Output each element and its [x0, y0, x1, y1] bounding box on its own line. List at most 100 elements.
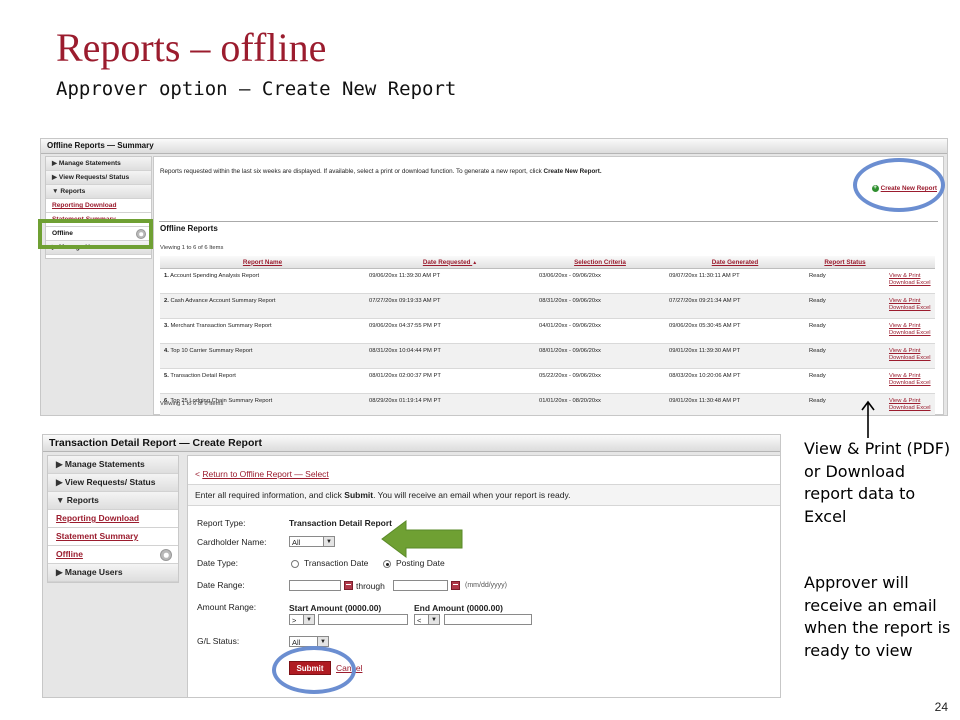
end-amount-input[interactable] [444, 614, 532, 625]
chevron-right-icon: ▶ [56, 567, 63, 577]
report-status-cell: Ready [805, 268, 885, 294]
row-number: 3. [164, 323, 169, 329]
download-excel-link[interactable]: Download Excel [889, 330, 935, 337]
start-amount-input[interactable] [318, 614, 408, 625]
chevron-down-icon: ▼ [56, 495, 65, 505]
report-name-cell: 5. Transaction Detail Report [160, 368, 365, 394]
instructions-bold: Submit [344, 490, 374, 500]
column-header-date-generated[interactable]: Date Generated [665, 256, 805, 269]
chevron-down-icon: ▼ [317, 637, 328, 646]
gl-status-label: G/L Status: [197, 636, 240, 646]
sidebar-item-label: View Requests/ Status [58, 174, 130, 181]
download-excel-link[interactable]: Download Excel [889, 305, 935, 312]
transaction-date-radio[interactable] [291, 560, 299, 568]
view-print-link[interactable]: View & Print [889, 348, 935, 355]
chevron-right-icon: ▶ [52, 174, 58, 181]
chevron-right-icon: ▶ [56, 477, 63, 487]
chevron-right-icon: ▶ [52, 160, 58, 167]
date-format-hint: (mm/dd/yyyy) [465, 582, 507, 589]
view-print-link[interactable]: View & Print [889, 273, 935, 280]
column-header-label: Date Requested [422, 258, 471, 266]
sort-up-icon: ▲ [472, 259, 478, 266]
intro-text-main: Reports requested within the last six we… [160, 168, 544, 175]
sidebar-item-offline[interactable]: Offline [48, 546, 178, 564]
section-title: Offline Reports [160, 224, 218, 233]
viewing-count-bottom: Viewing 1 to 6 of 6 Items [160, 401, 224, 407]
table-row: 2. Cash Advance Account Summary Report 0… [160, 293, 935, 319]
report-name: Cash Advance Account Summary Report [170, 298, 276, 304]
return-to-offline-report-link[interactable]: < Return to Offline Report — Select [195, 469, 329, 479]
date-generated-cell: 09/07/20xx 11:30:11 AM PT [665, 268, 805, 294]
sidebar-item-label: Reports [60, 188, 86, 195]
column-header-selection-criteria[interactable]: Selection Criteria [535, 256, 665, 269]
sidebar-item-label: Manage Statements [64, 459, 145, 469]
page-number: 24 [934, 700, 948, 714]
sidebar-item-reports[interactable]: ▼ Reports [46, 185, 151, 199]
circle-icon [160, 549, 172, 561]
column-header-report-name[interactable]: Report Name [160, 256, 365, 269]
sidebar-item-reporting-download[interactable]: Reporting Download [46, 199, 151, 213]
sidebar-item-reports[interactable]: ▼ Reports [48, 492, 178, 510]
highlight-ring-create-report [853, 158, 945, 212]
posting-date-label: Posting Date [396, 558, 445, 568]
sidebar-item-manage-users[interactable]: ▶ Manage Users [48, 564, 178, 582]
date-generated-cell: 09/01/20xx 11:30:48 AM PT [665, 393, 805, 415]
column-header-actions [885, 256, 935, 269]
divider [159, 221, 938, 222]
view-print-link[interactable]: View & Print [889, 398, 935, 405]
create-report-screenshot: Transaction Detail Report — Create Repor… [42, 434, 781, 698]
column-header-date-requested[interactable]: Date Requested ▲ [365, 256, 535, 269]
instructions: Enter all required information, and clic… [188, 484, 780, 506]
start-operator-select[interactable]: > ▼ [289, 614, 315, 625]
chevron-down-icon: ▼ [52, 188, 59, 195]
chevron-down-icon: ▼ [303, 615, 314, 624]
table-row: 4. Top 10 Carrier Summary Report 08/31/2… [160, 343, 935, 369]
offline-reports-panel: Reports requested within the last six we… [153, 156, 944, 415]
start-date-input[interactable] [289, 580, 341, 591]
note-view-print: View & Print (PDF) or Download report da… [804, 439, 951, 526]
date-type-label: Date Type: [197, 558, 238, 568]
slide-title: Reports – offline [56, 25, 327, 70]
reports-table: Report Name Date Requested ▲ Selection C… [160, 256, 935, 415]
report-name: Transaction Detail Report [170, 373, 236, 379]
slide-subtitle: Approver option – Create New Report [56, 78, 457, 100]
calendar-icon[interactable] [344, 581, 353, 590]
sidebar-item-view-requests[interactable]: ▶ View Requests/ Status [46, 171, 151, 185]
start-amount-label: Start Amount (0000.00) [289, 603, 382, 613]
selection-criteria-cell: 04/01/20xx - 09/06/20xx [535, 318, 665, 344]
sidebar-item-view-requests[interactable]: ▶ View Requests/ Status [48, 474, 178, 492]
select-value: All [292, 538, 301, 547]
through-label: through [356, 581, 385, 591]
view-print-link[interactable]: View & Print [889, 323, 935, 330]
cardholder-name-select[interactable]: All ▼ [289, 536, 335, 547]
date-generated-cell: 09/06/20xx 05:30:45 AM PT [665, 318, 805, 344]
view-print-link[interactable]: View & Print [889, 298, 935, 305]
highlight-ring-submit [272, 646, 356, 694]
view-print-link[interactable]: View & Print [889, 373, 935, 380]
sidebar-item-statement-summary[interactable]: Statement Summary [48, 528, 178, 546]
end-operator-select[interactable]: < ▼ [414, 614, 440, 625]
sidebar-item-manage-statements[interactable]: ▶ Manage Statements [46, 157, 151, 171]
row-number: 4. [164, 348, 169, 354]
actions-cell: View & Print Download Excel [885, 293, 935, 319]
date-generated-cell: 07/27/20xx 09:21:34 AM PT [665, 293, 805, 319]
actions-cell: View & Print Download Excel [885, 343, 935, 369]
download-excel-link[interactable]: Download Excel [889, 380, 935, 387]
date-generated-cell: 08/03/20xx 10:20:06 AM PT [665, 368, 805, 394]
report-name-cell: 3. Merchant Transaction Summary Report [160, 318, 365, 344]
posting-date-radio[interactable] [383, 560, 391, 568]
selection-criteria-cell: 01/01/20xx - 08/20/20xx [535, 393, 665, 415]
download-excel-link[interactable]: Download Excel [889, 405, 935, 412]
sidebar-item-reporting-download[interactable]: Reporting Download [48, 510, 178, 528]
report-status-cell: Ready [805, 293, 885, 319]
date-requested-cell: 09/06/20xx 11:39:30 AM PT [365, 268, 535, 294]
end-date-input[interactable] [393, 580, 448, 591]
selection-criteria-cell: 03/06/20xx - 09/06/20xx [535, 268, 665, 294]
sidebar-item-label: View Requests/ Status [64, 477, 156, 487]
download-excel-link[interactable]: Download Excel [889, 280, 935, 287]
calendar-icon[interactable] [451, 581, 460, 590]
download-excel-link[interactable]: Download Excel [889, 355, 935, 362]
actions-cell: View & Print Download Excel [885, 268, 935, 294]
sidebar-item-manage-statements[interactable]: ▶ Manage Statements [48, 456, 178, 474]
column-header-report-status[interactable]: Report Status [805, 256, 885, 269]
